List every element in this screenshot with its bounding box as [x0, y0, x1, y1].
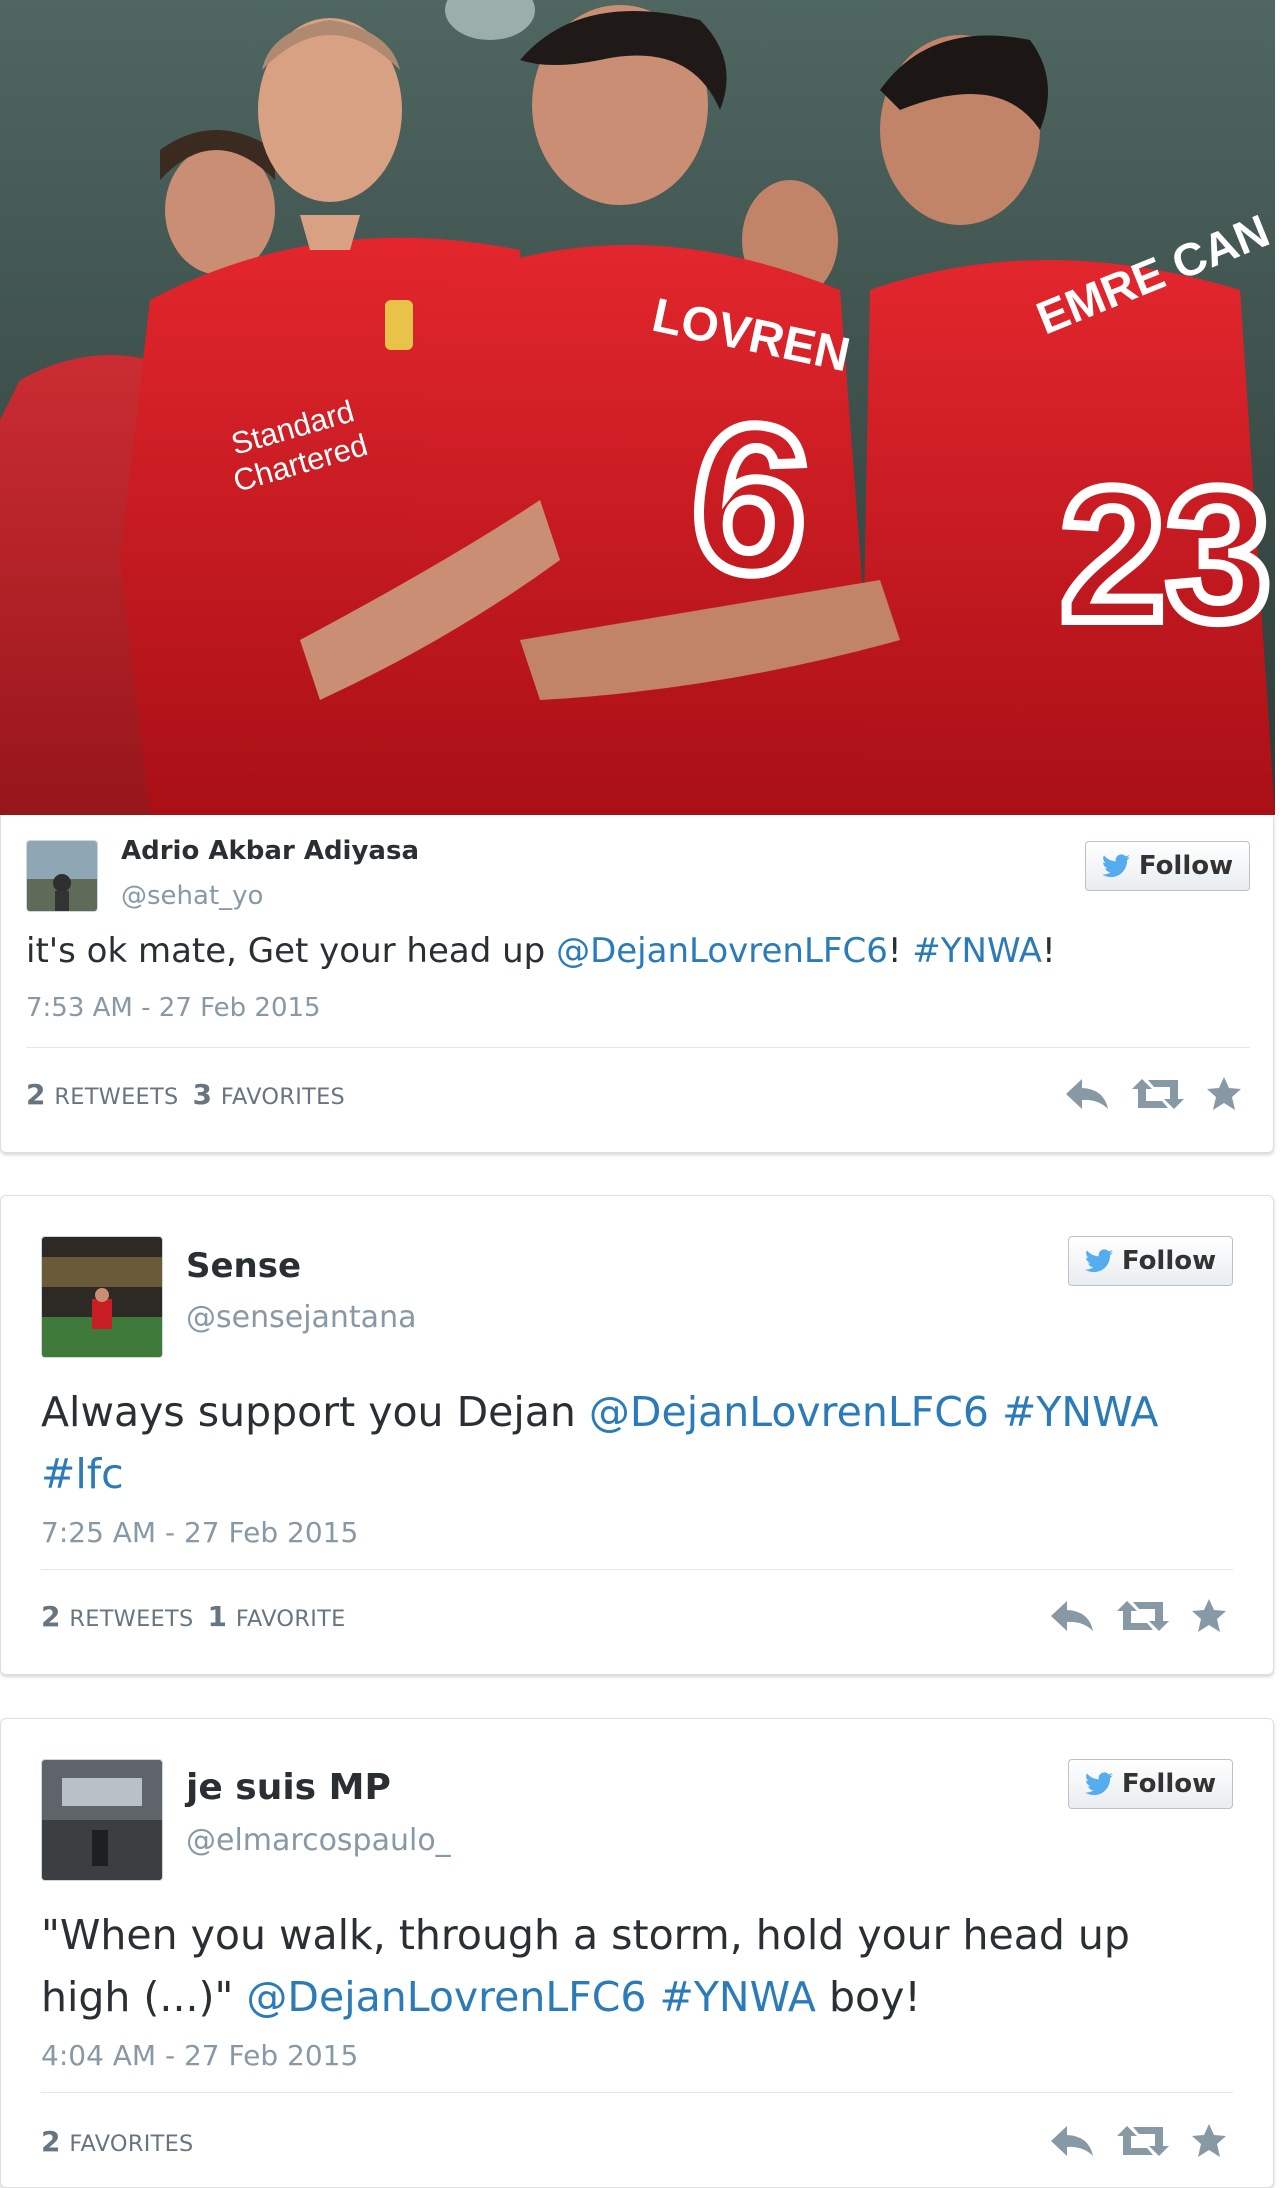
- favorites-label: FAVORITES: [220, 1084, 346, 1110]
- follow-button[interactable]: Follow: [1068, 1236, 1233, 1286]
- favorites-label: FAVORITES: [69, 2131, 194, 2157]
- tweet-stats: 2 FAVORITES: [41, 2125, 208, 2158]
- favorite-star-icon[interactable]: [1191, 2124, 1227, 2158]
- tweet-card: Adrio Akbar Adiyasa @sehat_yo Follow it'…: [0, 815, 1274, 1153]
- divider: [26, 1047, 1250, 1048]
- avatar[interactable]: [41, 1236, 163, 1358]
- divider: [41, 1569, 1233, 1570]
- hashtag-link[interactable]: #YNWA: [660, 1973, 816, 2021]
- follow-label: Follow: [1121, 1246, 1217, 1276]
- hashtag-link[interactable]: #lfc: [41, 1450, 124, 1498]
- tweet-stats: 2 RETWEETS 1 FAVORITE: [41, 1600, 360, 1633]
- tweet-timestamp[interactable]: 7:53 AM - 27 Feb 2015: [26, 993, 321, 1023]
- twitter-bird-icon: [1084, 1772, 1113, 1796]
- tweet-actions: [1049, 2124, 1227, 2158]
- tweet-text: "When you walk, through a storm, hold yo…: [41, 1911, 1130, 2021]
- author-handle[interactable]: @elmarcospaulo_: [186, 1823, 451, 1858]
- tweet-stats: 2 RETWEETS 3 FAVORITES: [26, 1078, 359, 1111]
- tweet-card: je suis MP @elmarcospaulo_ Follow "When …: [0, 1718, 1274, 2188]
- divider: [41, 2092, 1233, 2093]
- twitter-bird-icon: [1084, 1249, 1113, 1273]
- favorite-star-icon[interactable]: [1191, 1599, 1227, 1633]
- favorite-count[interactable]: 3: [193, 1078, 212, 1111]
- tweet-timestamp[interactable]: 7:25 AM - 27 Feb 2015: [41, 1516, 358, 1549]
- follow-label: Follow: [1121, 1769, 1217, 1799]
- favorite-count[interactable]: 2: [41, 2125, 60, 2158]
- reply-icon[interactable]: [1064, 1077, 1110, 1111]
- avatar[interactable]: [26, 840, 98, 912]
- mention-link[interactable]: @DejanLovrenLFC6: [589, 1388, 989, 1436]
- twitter-bird-icon: [1101, 854, 1130, 878]
- favorite-count[interactable]: 1: [208, 1600, 227, 1633]
- jersey-number-6: 6: [680, 376, 821, 622]
- avatar[interactable]: [41, 1759, 163, 1881]
- retweet-icon[interactable]: [1117, 2124, 1169, 2158]
- jersey-number-23: 23: [1060, 449, 1271, 661]
- tweet-timestamp[interactable]: 4:04 AM - 27 Feb 2015: [41, 2039, 358, 2072]
- tweet-text: it's ok mate, Get your head up @DejanLov…: [26, 931, 1056, 971]
- retweets-label: RETWEETS: [69, 1606, 194, 1632]
- author-handle[interactable]: @sensejantana: [186, 1300, 416, 1335]
- tweet-text: Always support you Dejan @DejanLovrenLFC…: [41, 1388, 1159, 1498]
- follow-button[interactable]: Follow: [1068, 1759, 1233, 1809]
- retweet-count[interactable]: 2: [41, 1600, 60, 1633]
- tweet-actions: [1064, 1077, 1242, 1111]
- author-name[interactable]: Adrio Akbar Adiyasa: [121, 836, 419, 866]
- hero-photo: Standard Chartered LOVREN 6 EMRE CAN 23: [0, 0, 1275, 815]
- tweet-card: Sense @sensejantana Follow Always suppor…: [0, 1195, 1274, 1675]
- retweet-icon[interactable]: [1117, 1599, 1169, 1633]
- favorites-label: FAVORITE: [235, 1606, 346, 1632]
- hashtag-link[interactable]: #YNWA: [912, 931, 1042, 971]
- mention-link[interactable]: @DejanLovrenLFC6: [556, 931, 888, 971]
- retweet-count[interactable]: 2: [26, 1078, 45, 1111]
- author-name[interactable]: je suis MP: [186, 1767, 391, 1808]
- mention-link[interactable]: @DejanLovrenLFC6: [246, 1973, 646, 2021]
- reply-icon[interactable]: [1049, 2124, 1095, 2158]
- follow-label: Follow: [1138, 851, 1234, 881]
- author-name[interactable]: Sense: [186, 1246, 301, 1286]
- retweets-label: RETWEETS: [54, 1084, 179, 1110]
- favorite-star-icon[interactable]: [1206, 1077, 1242, 1111]
- hashtag-link[interactable]: #YNWA: [1002, 1388, 1158, 1436]
- tweet-actions: [1049, 1599, 1227, 1633]
- author-handle[interactable]: @sehat_yo: [121, 881, 263, 911]
- reply-icon[interactable]: [1049, 1599, 1095, 1633]
- follow-button[interactable]: Follow: [1085, 841, 1250, 891]
- retweet-icon[interactable]: [1132, 1077, 1184, 1111]
